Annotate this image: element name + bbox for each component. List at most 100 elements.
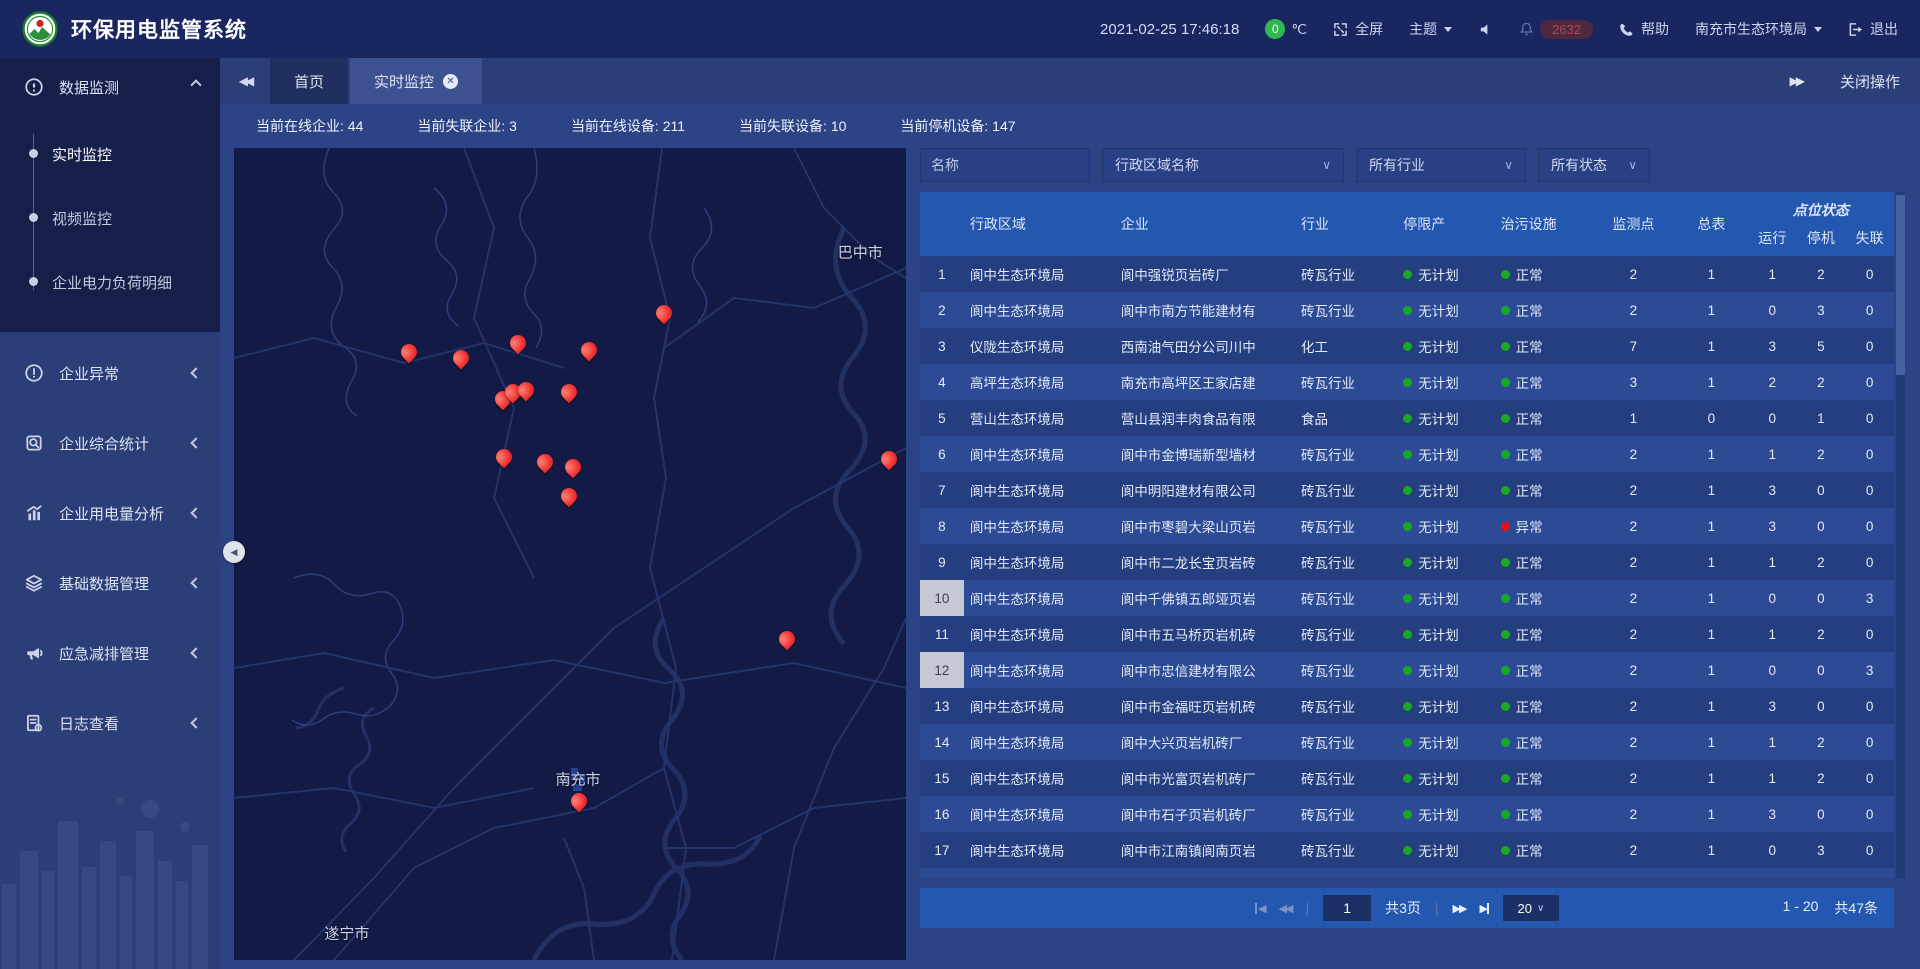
map-collapse-button[interactable]: ◀: [223, 541, 245, 563]
table-row[interactable]: 17 阆中生态环境局 阆中市江南镇阆南页岩 砖瓦行业 无计划 正常 2 1 0 …: [920, 832, 1894, 868]
sidebar-subitem-0[interactable]: 实时监控: [0, 122, 220, 186]
cell-stop-status: 无计划: [1397, 580, 1494, 616]
sidebar-item-1[interactable]: 企业异常: [0, 344, 220, 402]
tab-scroll-left-button[interactable]: ◀◀: [220, 58, 270, 104]
tab-scroll-right-button[interactable]: ▶▶: [1790, 74, 1802, 88]
sidebar-subitem-2[interactable]: 企业电力负荷明细: [0, 250, 220, 314]
cell-region: 阆中生态环境局: [964, 256, 1115, 292]
cell-company: 阆中明阳建材有限公司: [1115, 472, 1295, 508]
region-filter-select[interactable]: 行政区域名称 ∨: [1102, 148, 1344, 182]
table-row[interactable]: 8 阆中生态环境局 阆中市枣碧大梁山页岩 砖瓦行业 无计划 异常 2 1 3 0…: [920, 508, 1894, 544]
table-row[interactable]: 4 高坪生态环境局 南充市高坪区王家店建 砖瓦行业 无计划 正常 3 1 2 2…: [920, 364, 1894, 400]
col-total: 总表: [1675, 192, 1748, 256]
col-stop: 停限产: [1397, 192, 1494, 256]
cell-company: 阆中市五马桥页岩机砖: [1115, 616, 1295, 652]
cell-total-meter: 1: [1675, 256, 1748, 292]
prev-page-button[interactable]: ◀◀: [1279, 902, 1292, 915]
table-row[interactable]: 10 阆中生态环境局 阆中千佛镇五郎垭页岩 砖瓦行业 无计划 正常 2 1 0 …: [920, 580, 1894, 616]
cell-monitor-count: 2: [1592, 616, 1675, 652]
status-dot: [1403, 594, 1412, 603]
mute-button[interactable]: [1478, 22, 1493, 37]
arrow-left-icon: ◀: [1258, 902, 1264, 915]
sidebar-item-3[interactable]: 企业用电量分析: [0, 484, 220, 542]
sidebar-item-6[interactable]: 日志查看: [0, 694, 220, 752]
status-dot: [1501, 666, 1510, 675]
page-size-select[interactable]: 20 ∨: [1503, 895, 1559, 921]
row-index: 5: [920, 400, 964, 436]
cell-stopped: 1: [1797, 400, 1846, 436]
notifications-button[interactable]: 2632: [1519, 20, 1593, 39]
org-dropdown[interactable]: 南充市生态环境局: [1695, 19, 1822, 39]
map-panel[interactable]: 巴中市南充市遂宁市 ◀: [234, 148, 906, 960]
cell-stop-status: 无计划: [1397, 796, 1494, 832]
cell-region: 阆中生态环境局: [964, 760, 1115, 796]
cell-facility-status: 正常: [1495, 328, 1592, 364]
help-button[interactable]: 帮助: [1619, 19, 1669, 39]
cell-stop-status: 无计划: [1397, 400, 1494, 436]
name-filter-input[interactable]: [920, 148, 1090, 182]
col-stopped: 停机: [1797, 228, 1846, 248]
close-operations-button[interactable]: 关闭操作: [1840, 71, 1900, 92]
table-row[interactable]: 11 阆中生态环境局 阆中市五马桥页岩机砖 砖瓦行业 无计划 正常 2 1 1 …: [920, 616, 1894, 652]
col-industry: 行业: [1295, 192, 1397, 256]
total-count-label: 共47条: [1834, 898, 1878, 918]
cell-company: 阆中市二龙长宝页岩砖: [1115, 544, 1295, 580]
sidebar-submenu: 实时监控视频监控企业电力负荷明细: [0, 116, 220, 324]
table-row[interactable]: 3 仪陇生态环境局 西南油气田分公司川中 化工 无计划 正常 7 1 3 5 0: [920, 328, 1894, 364]
table-scrollbar[interactable]: [1896, 192, 1905, 878]
table-row[interactable]: 12 阆中生态环境局 阆中市忠信建材有限公 砖瓦行业 无计划 正常 2 1 0 …: [920, 652, 1894, 688]
cell-offline: 0: [1845, 328, 1894, 364]
cell-running: 1: [1748, 760, 1797, 796]
cell-region: 仪陇生态环境局: [964, 328, 1115, 364]
logout-button[interactable]: 退出: [1848, 19, 1898, 39]
industry-filter-select[interactable]: 所有行业 ∨: [1356, 148, 1526, 182]
stat-item: 当前失联设备: 10: [739, 116, 846, 136]
tab-0[interactable]: 首页: [270, 58, 348, 104]
last-page-button[interactable]: ▶: [1479, 902, 1488, 915]
table-row[interactable]: 18 南部生态环境局 南部县珠华山沙石有限 建材加工 无计划 正常 6 0 0 …: [920, 868, 1894, 878]
table-row[interactable]: 1 阆中生态环境局 阆中强锐页岩砖厂 砖瓦行业 无计划 正常 2 1 1 2 0: [920, 256, 1894, 292]
cell-industry: 砖瓦行业: [1295, 688, 1397, 724]
next-page-button[interactable]: ▶▶: [1453, 902, 1466, 915]
sidebar-item-5[interactable]: 应急减排管理: [0, 624, 220, 682]
sidebar-item-0[interactable]: 数据监测: [0, 58, 220, 116]
cell-company: 阆中大兴页岩机砖厂: [1115, 724, 1295, 760]
chevron-left-icon: ◀: [231, 547, 238, 558]
cell-stop-status: 无计划: [1397, 868, 1494, 878]
datetime: 2021-02-25 17:46:18: [1100, 21, 1239, 38]
cell-total-meter: 1: [1675, 688, 1748, 724]
table-row[interactable]: 13 阆中生态环境局 阆中市金福旺页岩机砖 砖瓦行业 无计划 正常 2 1 3 …: [920, 688, 1894, 724]
cell-stopped: 2: [1797, 724, 1846, 760]
sidebar-item-4[interactable]: 基础数据管理: [0, 554, 220, 612]
sidebar-item-2[interactable]: 企业综合统计: [0, 414, 220, 472]
stats-bar: 当前在线企业: 44当前失联企业: 3当前在线设备: 211当前失联设备: 10…: [220, 104, 1920, 148]
cell-total-meter: 0: [1675, 400, 1748, 436]
status-dot: [1403, 378, 1412, 387]
status-dot: [1501, 630, 1510, 639]
page-number-input[interactable]: [1323, 895, 1371, 921]
cell-industry: 砖瓦行业: [1295, 616, 1397, 652]
first-page-button[interactable]: ◀: [1255, 902, 1264, 915]
table-row[interactable]: 9 阆中生态环境局 阆中市二龙长宝页岩砖 砖瓦行业 无计划 正常 2 1 1 2…: [920, 544, 1894, 580]
status-dot: [1501, 558, 1510, 567]
row-index: 17: [920, 832, 964, 868]
log-icon: [24, 713, 44, 733]
table-row[interactable]: 15 阆中生态环境局 阆中市光富页岩机砖厂 砖瓦行业 无计划 正常 2 1 1 …: [920, 760, 1894, 796]
fullscreen-icon: [1333, 22, 1348, 37]
sidebar-group-0: 数据监测 实时监控视频监控企业电力负荷明细: [0, 58, 220, 332]
table-row[interactable]: 6 阆中生态环境局 阆中市金博瑞新型墙材 砖瓦行业 无计划 正常 2 1 1 2…: [920, 436, 1894, 472]
cell-running: 1: [1748, 256, 1797, 292]
tab-close-icon[interactable]: ✕: [443, 74, 458, 89]
theme-dropdown[interactable]: 主题: [1409, 19, 1452, 39]
table-row[interactable]: 5 营山生态环境局 营山县润丰肉食品有限 食品 无计划 正常 1 0 0 1 0: [920, 400, 1894, 436]
sidebar-subitem-1[interactable]: 视频监控: [0, 186, 220, 250]
fullscreen-button[interactable]: 全屏: [1333, 19, 1383, 39]
tab-1[interactable]: 实时监控 ✕: [350, 58, 482, 104]
table-row[interactable]: 16 阆中生态环境局 阆中市石子页岩机砖厂 砖瓦行业 无计划 正常 2 1 3 …: [920, 796, 1894, 832]
table-row[interactable]: 14 阆中生态环境局 阆中大兴页岩机砖厂 砖瓦行业 无计划 正常 2 1 1 2…: [920, 724, 1894, 760]
status-filter-select[interactable]: 所有状态 ∨: [1538, 148, 1650, 182]
table-row[interactable]: 7 阆中生态环境局 阆中明阳建材有限公司 砖瓦行业 无计划 正常 2 1 3 0…: [920, 472, 1894, 508]
cell-company: 西南油气田分公司川中: [1115, 328, 1295, 364]
status-dot: [1403, 486, 1412, 495]
table-row[interactable]: 2 阆中生态环境局 阆中市南方节能建材有 砖瓦行业 无计划 正常 2 1 0 3…: [920, 292, 1894, 328]
